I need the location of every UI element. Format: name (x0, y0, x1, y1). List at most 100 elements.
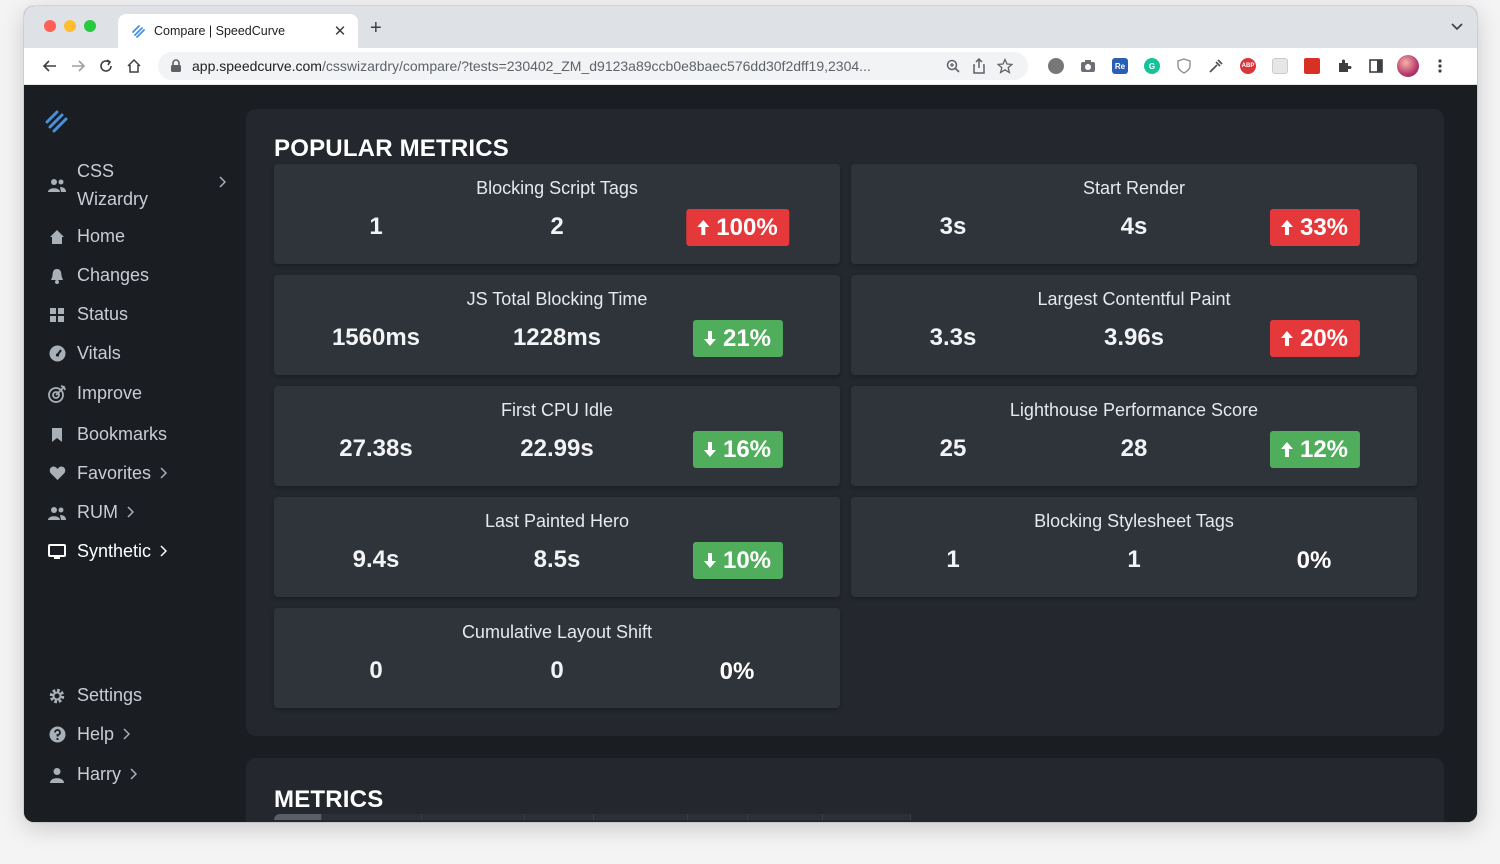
metric-card[interactable]: JS Total Blocking Time 1560ms 1228ms 21% (274, 275, 840, 375)
workspace-name: CSS Wizardry (77, 161, 148, 209)
close-window-button[interactable] (44, 20, 56, 32)
metric-title: First CPU Idle (500, 400, 614, 420)
url-text[interactable]: app.speedcurve.com/csswizardry/compare/?… (192, 58, 940, 74)
change-percent: 0% (719, 657, 755, 685)
home-button[interactable] (120, 52, 148, 80)
chevron-right-icon (129, 767, 138, 783)
metrics-tab-strip[interactable] (274, 814, 914, 820)
lock-icon[interactable] (170, 59, 184, 73)
metric-value-a: 9.4s (352, 546, 400, 573)
metric-card[interactable]: Blocking Stylesheet Tags 1 1 0% (851, 497, 1417, 597)
sidebar-item-rum[interactable]: RUM (48, 502, 135, 523)
metric-card[interactable]: Blocking Script Tags 1 2 100% (274, 164, 840, 264)
tab-bar: Compare | SpeedCurve ✕ + (24, 6, 1477, 48)
sidebar-item-improve[interactable]: Improve (48, 383, 142, 404)
share-icon[interactable] (966, 58, 992, 74)
extension-camera-icon[interactable] (1072, 52, 1104, 80)
extension-grid-icon[interactable] (1264, 52, 1296, 80)
sidebar-item-label: Synthetic (77, 541, 152, 561)
extension-abp-icon[interactable]: ABP (1232, 52, 1264, 80)
zoom-icon[interactable] (940, 59, 966, 73)
zoom-window-button[interactable] (84, 20, 96, 32)
chevron-right-icon (159, 466, 168, 482)
change-percent: 16% (722, 435, 772, 463)
sidebar-item-synthetic[interactable]: Synthetic (48, 541, 168, 562)
arrow-down-icon (703, 552, 719, 570)
metric-card[interactable]: Last Painted Hero 9.4s 8.5s 10% (274, 497, 840, 597)
minimize-window-button[interactable] (64, 20, 76, 32)
arrow-up-icon (1280, 219, 1296, 237)
bookmark-star-icon[interactable] (992, 58, 1018, 74)
new-tab-button[interactable]: + (370, 18, 382, 38)
change-percent: 21% (722, 324, 772, 352)
sidebar-item-status[interactable]: Status (48, 304, 128, 325)
arrow-down-icon (703, 330, 719, 348)
browser-toolbar: app.speedcurve.com/csswizardry/compare/?… (24, 48, 1477, 85)
metric-title: Cumulative Layout Shift (461, 622, 653, 642)
metric-card[interactable]: Cumulative Layout Shift 0 0 0% (274, 608, 840, 708)
sidebar-item-vitals[interactable]: Vitals (48, 343, 121, 364)
extension-gear-icon[interactable] (1040, 52, 1072, 80)
change-badge: 10% (692, 542, 784, 579)
change-percent: 12% (1299, 435, 1349, 463)
sidebar-item-label: Help (77, 724, 115, 744)
sidebar-item-label: Bookmarks (77, 424, 168, 444)
sidebar-item-settings[interactable]: Settings (48, 685, 142, 706)
browser-tab[interactable]: Compare | SpeedCurve ✕ (118, 14, 358, 48)
forward-button[interactable] (64, 52, 92, 80)
change-badge: 100% (686, 209, 790, 246)
home-outline-icon (127, 58, 141, 73)
change-percent: 10% (722, 546, 772, 574)
address-bar[interactable]: app.speedcurve.com/csswizardry/compare/?… (158, 52, 1028, 80)
app-content: CSS Wizardry Home Changes Status Vitals … (24, 85, 1477, 822)
profile-avatar[interactable] (1392, 52, 1424, 80)
tab-close-icon[interactable]: ✕ (332, 22, 348, 40)
metric-value-a: 27.38s (339, 435, 413, 462)
metric-card[interactable]: Lighthouse Performance Score 25 28 12% (851, 386, 1417, 486)
home-icon (48, 228, 66, 246)
workspace-switcher[interactable]: CSS Wizardry (48, 157, 227, 213)
section-title: METRICS (274, 786, 384, 813)
sidebar-item-favorites[interactable]: Favorites (48, 463, 168, 484)
metric-value-b: 1228ms (512, 324, 602, 351)
sidebar-item-home[interactable]: Home (48, 226, 125, 247)
metric-title: Start Render (1082, 178, 1186, 198)
extensions-puzzle-icon[interactable] (1328, 52, 1360, 80)
metric-value-b: 1 (1127, 546, 1141, 573)
sidebar-item-user[interactable]: Harry (48, 764, 138, 785)
sidebar-item-label: Vitals (77, 343, 121, 363)
metric-card[interactable]: First CPU Idle 27.38s 22.99s 16% (274, 386, 840, 486)
browser-menu-icon[interactable] (1424, 52, 1456, 80)
change-badge: 16% (692, 431, 784, 468)
tab-search-icon[interactable] (1451, 20, 1463, 34)
gauge-icon (48, 345, 66, 363)
metric-value-b: 2 (550, 213, 564, 240)
extension-grammarly-icon[interactable]: G (1136, 52, 1168, 80)
sidebar-item-label: Improve (77, 383, 143, 403)
back-button[interactable] (36, 52, 64, 80)
metric-card[interactable]: Start Render 3s 4s 33% (851, 164, 1417, 264)
target-icon (48, 384, 66, 403)
extension-picker-icon[interactable] (1200, 52, 1232, 80)
browser-window: Compare | SpeedCurve ✕ + app.speedcurve.… (24, 6, 1477, 822)
metric-value-a: 1560ms (331, 324, 421, 351)
extension-shield-icon[interactable] (1168, 52, 1200, 80)
metric-card[interactable]: Largest Contentful Paint 3.3s 3.96s 20% (851, 275, 1417, 375)
extension-re-icon[interactable]: Re (1104, 52, 1136, 80)
extension-red-icon[interactable] (1296, 52, 1328, 80)
sidebar-item-changes[interactable]: Changes (48, 265, 149, 286)
metric-value-a: 3.3s (929, 324, 977, 351)
sidebar-item-label: Changes (77, 265, 150, 285)
reload-button[interactable] (92, 52, 120, 80)
change-percent: 20% (1299, 324, 1349, 352)
metric-title: Largest Contentful Paint (1037, 289, 1231, 309)
sidebar-item-help[interactable]: Help (48, 724, 131, 745)
metric-title: Blocking Script Tags (476, 178, 638, 198)
side-panel-icon[interactable] (1360, 52, 1392, 80)
arrow-left-icon (42, 60, 56, 72)
sidebar-item-bookmarks[interactable]: Bookmarks (48, 424, 167, 445)
sidebar-item-label: Harry (77, 764, 121, 784)
metrics-panel: METRICS (246, 758, 1444, 822)
arrow-down-icon (703, 441, 719, 459)
speedcurve-logo-icon[interactable] (44, 109, 70, 140)
